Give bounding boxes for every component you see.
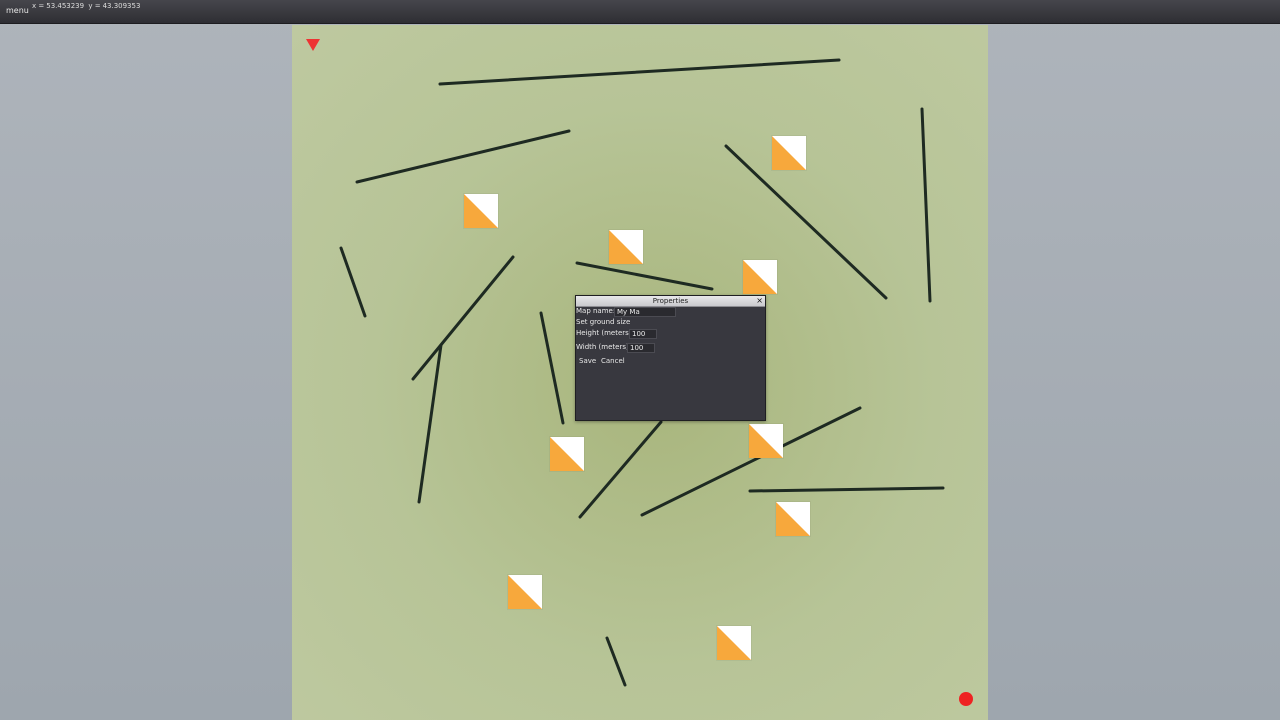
width-input[interactable] (627, 343, 655, 353)
wall-line (920, 107, 932, 303)
height-input[interactable] (629, 329, 657, 339)
control-flag-icon[interactable] (772, 136, 806, 170)
control-flag-icon[interactable] (550, 437, 584, 471)
control-flag-icon[interactable] (743, 260, 777, 294)
wall-line (605, 636, 627, 687)
control-flag-icon[interactable] (609, 230, 643, 264)
control-flag-icon[interactable] (749, 424, 783, 458)
menu-button[interactable]: menu (6, 6, 29, 15)
wall-line (411, 255, 515, 381)
wall-line (339, 246, 367, 318)
coord-x-label: x = (32, 2, 45, 10)
width-label: Width (meters) (576, 343, 629, 351)
height-label: Height (meters) (576, 329, 632, 337)
wall-line (748, 486, 945, 493)
cancel-button[interactable]: Cancel (601, 357, 625, 365)
wall-line (438, 58, 841, 86)
dialog-titlebar[interactable]: Properties × (576, 296, 765, 307)
wall-line (355, 129, 571, 184)
save-button[interactable]: Save (579, 357, 596, 365)
control-flag-icon[interactable] (717, 626, 751, 660)
map-name-input[interactable] (614, 307, 676, 317)
cursor-coordinates: x = 53.453239 y = 43.309353 (32, 2, 142, 10)
control-flag-icon[interactable] (776, 502, 810, 536)
control-flag-icon[interactable] (508, 575, 542, 609)
finish-circle-icon[interactable] (959, 692, 973, 706)
close-icon[interactable]: × (756, 296, 763, 306)
coord-y-value: 43.309353 (102, 2, 141, 10)
coord-y-label: y = (88, 2, 101, 10)
wall-line (578, 420, 663, 519)
ground-size-heading: Set ground size (576, 318, 631, 326)
dialog-title: Properties (652, 297, 689, 305)
top-bar: menu x = 53.453239 y = 43.309353 (0, 0, 1280, 24)
map-name-label: Map name: (576, 307, 616, 315)
control-flag-icon[interactable] (464, 194, 498, 228)
coord-x-value: 53.453239 (46, 2, 85, 10)
wall-line (539, 311, 565, 425)
start-triangle-icon[interactable] (306, 39, 320, 51)
wall-line (575, 261, 714, 291)
properties-dialog: Properties × Map name: Set ground size H… (575, 295, 766, 421)
